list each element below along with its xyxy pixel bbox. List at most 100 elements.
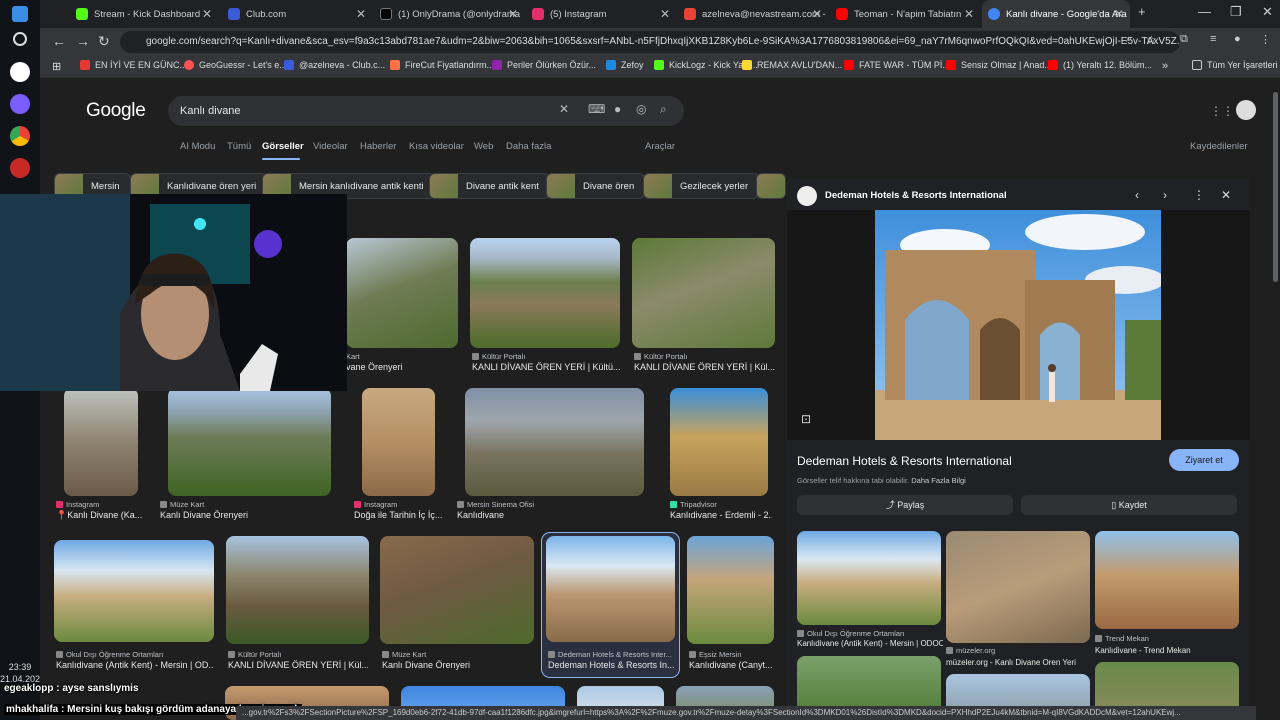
avatar[interactable] — [1236, 100, 1256, 120]
search-icon[interactable] — [13, 32, 27, 46]
bookmark-item[interactable]: Sensiz Olmaz | Anad... — [946, 60, 1052, 70]
image-result[interactable] — [632, 238, 775, 348]
mic-icon[interactable]: ● — [614, 102, 621, 116]
lens-search-icon[interactable]: ⊡ — [801, 412, 811, 426]
back-icon[interactable]: ← — [52, 33, 66, 49]
image-result-selected[interactable] — [546, 536, 675, 642]
clear-icon[interactable]: ✕ — [559, 102, 569, 116]
close-icon[interactable]: ✕ — [964, 7, 974, 21]
more-bookmarks-icon[interactable]: » — [1162, 60, 1168, 72]
obs-icon[interactable] — [10, 158, 30, 178]
address-bar[interactable]: google.com/search?q=Kanlı+divane&sca_esv… — [120, 31, 1180, 53]
chatgpt-icon[interactable] — [10, 62, 30, 82]
all-bookmarks[interactable]: Tüm Yer İşaretleri — [1192, 60, 1278, 70]
chip-gezilecek[interactable]: Gezilecek yerler — [643, 173, 760, 199]
tab-youtube[interactable]: Teoman - N'apim Tabiatın ✕ — [830, 0, 980, 28]
bookmark-item[interactable]: Periler Ölürken Özür... — [492, 60, 596, 70]
image-result[interactable] — [64, 388, 138, 496]
result-title[interactable]: Kanlı Divane Örenyeri — [160, 510, 336, 520]
image-result[interactable] — [670, 388, 768, 496]
minimize-icon[interactable]: — — [1198, 4, 1211, 19]
window-close-icon[interactable]: ✕ — [1262, 4, 1273, 20]
forward-icon[interactable]: → — [76, 33, 90, 49]
image-result[interactable] — [465, 388, 644, 496]
save-button[interactable]: ▯ Kaydet — [1021, 495, 1237, 515]
result-title[interactable]: Kanlıdivane — [457, 510, 647, 520]
new-tab-icon[interactable]: + — [1138, 4, 1146, 19]
search-input[interactable]: Kanlı divane — [168, 96, 684, 126]
tab-club[interactable]: Club.com ✕ — [222, 0, 372, 28]
related-image[interactable] — [1095, 531, 1239, 629]
result-title[interactable]: vane Örenyeri — [346, 362, 458, 372]
menu-icon[interactable]: ⋮ — [1260, 33, 1271, 46]
image-result[interactable] — [687, 536, 774, 644]
image-result[interactable] — [362, 388, 435, 496]
related-image[interactable] — [946, 531, 1090, 643]
windows-start-icon[interactable] — [12, 6, 28, 22]
tab-gmail[interactable]: azelneva@nevastream.com - ✕ — [678, 0, 828, 28]
chrome-icon[interactable] — [10, 126, 30, 146]
bookmark-item[interactable]: FireCut Fiyatlandırm... — [390, 60, 494, 70]
result-title[interactable]: KANLI DİVANE ÖREN YERİ | Kül... — [228, 660, 368, 670]
lens-icon[interactable]: ◎ — [636, 102, 646, 116]
tab-instagram[interactable]: (5) Instagram ✕ — [526, 0, 676, 28]
app-icon[interactable] — [10, 94, 30, 114]
close-icon[interactable]: ✕ — [202, 7, 212, 21]
related-title[interactable]: Kanlıdivane (Antik Kent) - Mersin | ODOO — [797, 639, 943, 648]
menu-ai[interactable]: AI Modu — [180, 141, 215, 152]
google-logo[interactable]: Google — [86, 100, 146, 122]
saved-link[interactable]: Kaydedilenler — [1190, 141, 1248, 152]
result-title[interactable]: Kanlı Divane Örenyeri — [382, 660, 534, 670]
image-result[interactable] — [380, 536, 534, 644]
close-icon[interactable]: ✕ — [508, 7, 518, 21]
image-result[interactable] — [54, 540, 214, 642]
menu-videos[interactable]: Videolar — [313, 141, 348, 152]
bookmark-item[interactable]: REMAX AVLU'DAN... — [742, 60, 842, 70]
license-link[interactable]: Daha Fazla Bilgi — [911, 476, 966, 485]
image-result[interactable] — [226, 536, 369, 644]
profile-icon[interactable]: ● — [1234, 33, 1241, 45]
reload-icon[interactable]: ↻ — [98, 33, 110, 50]
result-title[interactable]: Doğa ile Tarihin İç İç... — [354, 510, 446, 520]
visit-button[interactable]: Ziyaret et — [1169, 449, 1239, 471]
page-scrollbar[interactable] — [1272, 78, 1280, 720]
media-icon[interactable]: ≡ — [1210, 33, 1216, 45]
panel-site-title[interactable]: Dedeman Hotels & Resorts International — [825, 190, 1007, 201]
close-icon[interactable]: ✕ — [356, 7, 366, 21]
apps-grid-icon[interactable]: ⊞ — [52, 60, 61, 73]
menu-more[interactable]: Daha fazla — [506, 141, 551, 152]
related-image[interactable] — [797, 531, 941, 625]
menu-web[interactable]: Web — [474, 141, 493, 152]
close-icon[interactable]: ✕ — [1114, 7, 1124, 21]
share-button[interactable]: ⤴ Paylaş — [797, 495, 1013, 515]
close-panel-icon[interactable]: ✕ — [1221, 188, 1231, 202]
bookmark-star-icon[interactable]: ☆ — [1146, 33, 1157, 47]
result-title[interactable]: 📍Kanlı Divane (Ka... — [56, 510, 150, 521]
more-options-icon[interactable]: ⋮ — [1193, 188, 1205, 202]
scrollbar-thumb[interactable] — [1273, 92, 1278, 282]
menu-all[interactable]: Tümü — [227, 141, 251, 152]
extensions-icon[interactable]: ⧉ — [1180, 33, 1188, 46]
search-icon[interactable]: ⌕ — [660, 102, 667, 117]
tab-kick[interactable]: Stream - Kick Dashboard ✕ — [70, 0, 218, 28]
menu-tools[interactable]: Araçlar — [645, 141, 675, 152]
keyboard-icon[interactable]: ⌨ — [588, 102, 605, 116]
menu-news[interactable]: Haberler — [360, 141, 396, 152]
menu-short-videos[interactable]: Kısa videolar — [409, 141, 464, 152]
tab-onlydrama[interactable]: (1) OnlyDrama (@onlydrama ✕ — [374, 0, 524, 28]
apps-icon[interactable]: ⋮⋮ — [1210, 104, 1234, 118]
zoom-icon[interactable]: ⌕ — [1126, 33, 1132, 46]
result-title[interactable]: Kanlıdivane (Antik Kent) - Mersin | OD..… — [56, 660, 214, 670]
chip-divane-antik[interactable]: Divane antik kent — [429, 173, 550, 199]
panel-image-title[interactable]: Dedeman Hotels & Resorts International — [797, 454, 1012, 468]
bookmark-item[interactable]: GeoGuessr - Let's e... — [184, 60, 287, 70]
related-title[interactable]: Kanlıdivane - Trend Mekan — [1095, 646, 1241, 655]
related-title[interactable]: müzeler.org - Kanlı Divane Oren Yeri — [946, 658, 1092, 667]
prev-icon[interactable]: ‹ — [1135, 188, 1139, 202]
bookmark-item[interactable]: @azelneva - Club.c... — [284, 60, 385, 70]
bookmark-item[interactable]: Zefoy — [606, 60, 644, 70]
chip-more[interactable] — [756, 173, 786, 199]
menu-images[interactable]: Görseller — [262, 141, 304, 152]
result-title[interactable]: KANLI DİVANE ÖREN YERİ | Kül... — [634, 362, 776, 372]
result-title[interactable]: KANLI DİVANE ÖREN YERİ | Kültü... — [472, 362, 622, 372]
